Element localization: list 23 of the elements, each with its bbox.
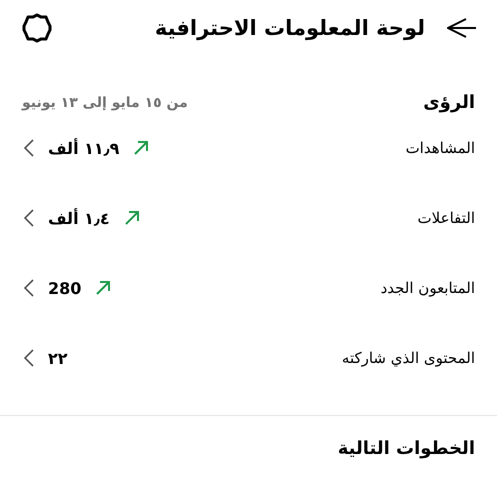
chevron-icon [24,279,34,297]
metric-label: المشاهدات [406,139,475,157]
chevron-icon [24,209,34,227]
section-heading: الرؤى [423,92,475,113]
metric-label: المحتوى الذي شاركته [342,349,475,367]
metric-value: 280 [48,278,82,298]
page-title: لوحة المعلومات الاحترافية [154,16,425,40]
metric-label: التفاعلات [418,209,475,227]
metric-value: ١٫٤ ألف [48,208,110,228]
insight-row[interactable]: المشاهدات ١١٫٩ ألف [0,113,497,183]
insight-row[interactable]: المحتوى الذي شاركته ٢٢ [0,323,497,393]
back-arrow-icon [447,18,477,38]
metric-label: المتابعون الجدد [380,279,475,297]
settings-icon [22,13,52,43]
insight-row[interactable]: التفاعلات ١٫٤ ألف [0,183,497,253]
chevron-icon [24,139,34,157]
section-heading: الخطوات التالية [338,438,475,459]
date-range: من ١٥ مايو إلى ١٣ يونيو [22,94,188,110]
back-button[interactable] [447,18,477,38]
metric-value: ١١٫٩ ألف [48,138,120,158]
settings-button[interactable] [22,13,52,43]
metric-value: ٢٢ [48,348,68,368]
chevron-icon [24,349,34,367]
